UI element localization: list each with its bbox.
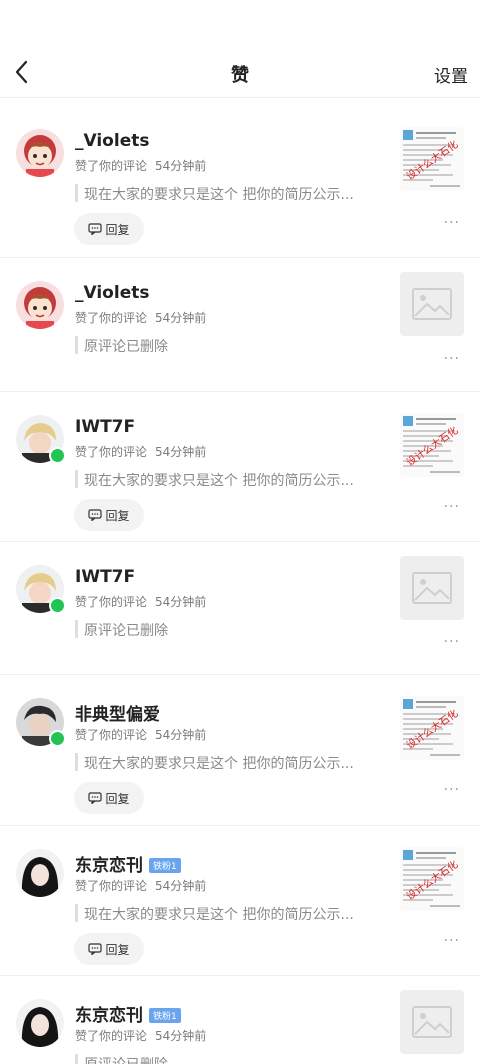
quoted-comment: 原评论已删除 (75, 620, 384, 638)
timestamp: 54分钟前 (155, 311, 207, 325)
list-item[interactable]: _Violets 赞了你的评论 54分钟前 现在大家的要求只是这个 把你的简历公示… (0, 105, 480, 258)
like-meta: 赞了你的评论 54分钟前 (75, 445, 207, 459)
user-name[interactable]: 东京恋刊 铁粉1 (75, 1001, 181, 1026)
quoted-comment[interactable]: 现在大家的要求只是这个 把你的简历公示... (75, 904, 384, 922)
timestamp: 54分钟前 (155, 159, 207, 173)
online-status-dot (49, 447, 66, 464)
like-meta: 赞了你的评论 54分钟前 (75, 728, 207, 742)
list-item[interactable]: IWT7F 赞了你的评论 54分钟前 原评论已删除 ··· (0, 541, 480, 675)
post-thumbnail[interactable]: 设计么大石化 (400, 847, 464, 911)
reply-button[interactable]: 回复 (74, 499, 144, 531)
image-placeholder-icon (412, 572, 452, 604)
more-options-button[interactable]: ··· (444, 215, 460, 231)
user-name[interactable]: _Violets (75, 131, 149, 151)
quoted-comment: 原评论已删除 (75, 336, 384, 354)
reply-button[interactable]: 回复 (74, 933, 144, 965)
timestamp: 54分钟前 (155, 1029, 207, 1043)
user-name[interactable]: 非典型偏爱 (75, 700, 160, 725)
timestamp: 54分钟前 (155, 595, 207, 609)
online-status-dot (49, 597, 66, 614)
reply-button[interactable]: 回复 (74, 213, 144, 245)
list-item[interactable]: _Violets 赞了你的评论 54分钟前 原评论已删除 ··· (0, 257, 480, 392)
quoted-comment[interactable]: 现在大家的要求只是这个 把你的简历公示... (75, 470, 384, 488)
more-options-button[interactable]: ··· (444, 634, 460, 650)
more-options-button[interactable]: ··· (444, 933, 460, 949)
like-meta: 赞了你的评论 54分钟前 (75, 159, 207, 173)
post-thumbnail-placeholder[interactable] (400, 272, 464, 336)
reply-button[interactable]: 回复 (74, 782, 144, 814)
quoted-comment[interactable]: 现在大家的要求只是这个 把你的简历公示... (75, 184, 384, 202)
quoted-comment[interactable]: 现在大家的要求只是这个 把你的简历公示... (75, 753, 384, 771)
comment-icon (88, 509, 103, 521)
fan-level-badge: 铁粉1 (149, 858, 181, 873)
timestamp: 54分钟前 (155, 879, 207, 893)
more-options-button[interactable]: ··· (444, 499, 460, 515)
image-placeholder-icon (412, 1006, 452, 1038)
online-status-dot (49, 730, 66, 747)
user-name[interactable]: IWT7F (75, 417, 135, 437)
top-bar: 赞 设置 (0, 0, 480, 98)
post-thumbnail-placeholder[interactable] (400, 556, 464, 620)
more-options-button[interactable]: ··· (444, 782, 460, 798)
user-name[interactable]: IWT7F (75, 567, 135, 587)
list-item[interactable]: IWT7F 赞了你的评论 54分钟前 现在大家的要求只是这个 把你的简历公示...… (0, 391, 480, 542)
page-title: 赞 (231, 65, 249, 86)
post-thumbnail-placeholder[interactable] (400, 990, 464, 1054)
post-thumbnail[interactable]: 设计么大石化 (400, 413, 464, 477)
settings-button[interactable]: 设置 (434, 62, 468, 87)
list-item[interactable]: 非典型偏爱 赞了你的评论 54分钟前 现在大家的要求只是这个 把你的简历公示...… (0, 674, 480, 826)
comment-icon (88, 792, 103, 804)
image-placeholder-icon (412, 288, 452, 320)
timestamp: 54分钟前 (155, 445, 207, 459)
like-meta: 赞了你的评论 54分钟前 (75, 879, 207, 893)
list-item[interactable]: 东京恋刊铁粉1 赞了你的评论54分钟前 原评论已删除 (0, 975, 480, 1064)
user-name[interactable]: 东京恋刊 铁粉1 (75, 851, 181, 876)
list-item[interactable]: 东京恋刊 铁粉1 赞了你的评论 54分钟前 现在大家的要求只是这个 把你的简历公示.… (0, 825, 480, 976)
like-meta: 赞了你的评论 54分钟前 (75, 595, 207, 609)
post-thumbnail[interactable]: 设计么大石化 (400, 127, 464, 191)
avatar[interactable] (16, 281, 64, 329)
avatar[interactable] (16, 129, 64, 177)
more-options-button[interactable]: ··· (444, 351, 460, 367)
comment-icon (88, 943, 103, 955)
fan-level-badge: 铁粉1 (149, 1008, 181, 1023)
like-meta: 赞了你的评论 54分钟前 (75, 311, 207, 325)
avatar[interactable] (16, 849, 64, 897)
comment-icon (88, 223, 103, 235)
post-thumbnail[interactable]: 设计么大石化 (400, 696, 464, 760)
like-meta: 赞了你的评论 54分钟前 (75, 1029, 207, 1043)
quoted-comment: 原评论已删除 (75, 1054, 384, 1064)
user-name[interactable]: _Violets (75, 283, 149, 303)
avatar[interactable] (16, 999, 64, 1047)
timestamp: 54分钟前 (155, 728, 207, 742)
